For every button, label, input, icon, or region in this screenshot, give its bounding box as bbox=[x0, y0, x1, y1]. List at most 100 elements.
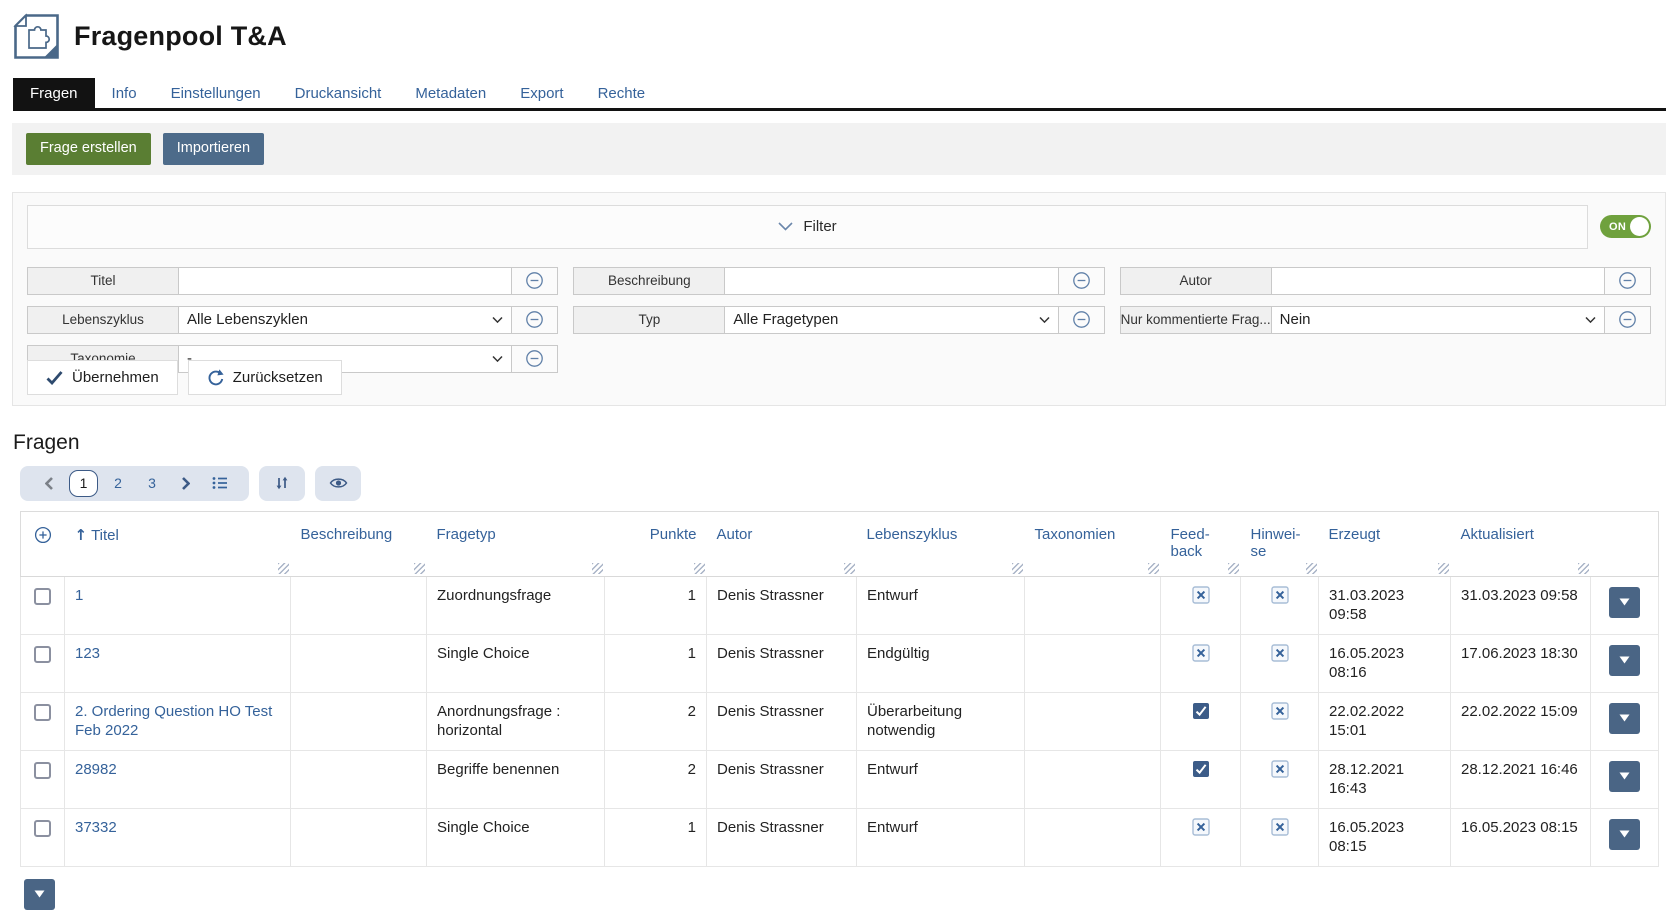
pagination-next-button[interactable] bbox=[169, 466, 203, 501]
row-checkbox[interactable] bbox=[34, 588, 51, 605]
row-checkbox[interactable] bbox=[34, 646, 51, 663]
cell-fragetyp: Single Choice bbox=[427, 634, 605, 692]
cell-feedback bbox=[1161, 692, 1241, 750]
cell-hinweise bbox=[1241, 750, 1319, 808]
column-header-fragetyp[interactable]: Fragetyp bbox=[427, 511, 605, 576]
question-title-link[interactable]: 1 bbox=[75, 587, 83, 604]
column-header-punkte[interactable]: Punkte bbox=[605, 511, 707, 576]
row-actions-dropdown-button[interactable] bbox=[1609, 645, 1640, 676]
cell-taxonomien bbox=[1025, 750, 1161, 808]
cell-punkte: 1 bbox=[605, 634, 707, 692]
cell-beschreibung bbox=[291, 692, 427, 750]
hinweise-no-icon bbox=[1271, 818, 1289, 836]
row-actions-dropdown-button[interactable] bbox=[1609, 819, 1640, 850]
rows-per-page-button[interactable] bbox=[203, 466, 237, 501]
filter-field-nur-kommentierte-frag: Nur kommentierte Frag...Nein bbox=[1120, 306, 1651, 334]
column-header-taxonomien[interactable]: Taxonomien bbox=[1025, 511, 1161, 576]
column-header-titel[interactable]: ↑Titel bbox=[65, 511, 291, 576]
remove-filter-button-beschreibung[interactable] bbox=[1059, 267, 1105, 295]
remove-filter-icon bbox=[1072, 271, 1091, 290]
pagination-page-2[interactable]: 2 bbox=[101, 466, 135, 501]
cell-aktualisiert: 31.03.2023 09:58 bbox=[1451, 576, 1591, 634]
column-resize-handle[interactable] bbox=[1228, 563, 1239, 574]
question-title-link[interactable]: 123 bbox=[75, 645, 100, 662]
bulk-actions-dropdown-button[interactable] bbox=[24, 879, 55, 910]
row-actions-dropdown-button[interactable] bbox=[1609, 703, 1640, 734]
row-checkbox[interactable] bbox=[34, 704, 51, 721]
sort-button[interactable] bbox=[259, 466, 305, 501]
row-actions-dropdown-button[interactable] bbox=[1609, 587, 1640, 618]
question-title-link[interactable]: 37332 bbox=[75, 819, 117, 836]
cell-titel: 123 bbox=[65, 634, 291, 692]
cell-titel: 1 bbox=[65, 576, 291, 634]
filter-input-autor[interactable] bbox=[1272, 268, 1604, 294]
column-resize-handle[interactable] bbox=[1306, 563, 1317, 574]
caret-down-icon bbox=[1619, 714, 1630, 722]
column-header-lebenszyklus[interactable]: Lebenszyklus bbox=[857, 511, 1025, 576]
remove-filter-button-lebenszyklus[interactable] bbox=[512, 306, 558, 334]
cell-beschreibung bbox=[291, 634, 427, 692]
filter-field-autor: Autor bbox=[1120, 267, 1651, 295]
row-actions-dropdown-button[interactable] bbox=[1609, 761, 1640, 792]
column-label-beschreibung: Beschreibung bbox=[301, 526, 393, 543]
filter-select-nur-kommentierte-frag[interactable]: Nein bbox=[1272, 307, 1604, 333]
column-header-feedback[interactable]: Feed­back bbox=[1161, 511, 1241, 576]
tab-rechte[interactable]: Rechte bbox=[581, 78, 663, 108]
remove-filter-icon bbox=[525, 271, 544, 290]
remove-filter-button-typ[interactable] bbox=[1059, 306, 1105, 334]
apply-filter-button[interactable]: Übernehmen bbox=[27, 360, 178, 395]
column-resize-handle[interactable] bbox=[278, 563, 289, 574]
pagination-prev-button[interactable] bbox=[32, 466, 66, 501]
column-resize-handle[interactable] bbox=[414, 563, 425, 574]
filter-select-lebenszyklus[interactable]: Alle Lebenszyklen bbox=[179, 307, 511, 333]
chevron-down-icon bbox=[778, 222, 793, 231]
column-resize-handle[interactable] bbox=[592, 563, 603, 574]
view-toggle-button[interactable] bbox=[315, 466, 361, 501]
tab-druckansicht[interactable]: Druckansicht bbox=[278, 78, 399, 108]
caret-down-icon bbox=[1619, 598, 1630, 606]
column-resize-handle[interactable] bbox=[1012, 563, 1023, 574]
filter-collapse-header[interactable]: Filter bbox=[27, 205, 1588, 249]
tab-fragen[interactable]: Fragen bbox=[13, 78, 95, 108]
table-row: 37332Single Choice1Denis StrassnerEntwur… bbox=[21, 808, 1659, 866]
filter-input-titel[interactable] bbox=[179, 268, 511, 294]
row-checkbox[interactable] bbox=[34, 820, 51, 837]
tab-info[interactable]: Info bbox=[95, 78, 154, 108]
remove-filter-button-autor[interactable] bbox=[1605, 267, 1651, 295]
column-header-beschreibung[interactable]: Beschreibung bbox=[291, 511, 427, 576]
column-header-hinweise[interactable]: Hinwei­se bbox=[1241, 511, 1319, 576]
question-title-link[interactable]: 2. Ordering Question HO Test Feb 2022 bbox=[75, 703, 272, 740]
add-column-button[interactable] bbox=[21, 511, 65, 576]
create-question-button[interactable]: Frage erstellen bbox=[26, 133, 151, 165]
eye-icon bbox=[329, 476, 348, 490]
column-resize-handle[interactable] bbox=[1578, 563, 1589, 574]
remove-filter-button-nur-kommentierte-frag[interactable] bbox=[1605, 306, 1651, 334]
column-resize-handle[interactable] bbox=[694, 563, 705, 574]
reset-filter-button[interactable]: Zurücksetzen bbox=[188, 360, 342, 395]
cell-feedback bbox=[1161, 808, 1241, 866]
question-title-link[interactable]: 28982 bbox=[75, 761, 117, 778]
cell-fragetyp: Single Choice bbox=[427, 808, 605, 866]
filter-input-beschreibung[interactable] bbox=[725, 268, 1057, 294]
filter-toggle[interactable]: ON bbox=[1600, 215, 1651, 238]
pagination-page-3[interactable]: 3 bbox=[135, 466, 169, 501]
remove-filter-button-titel[interactable] bbox=[512, 267, 558, 295]
caret-down-icon bbox=[34, 890, 45, 898]
import-button[interactable]: Importieren bbox=[163, 133, 264, 165]
filter-control-titel bbox=[179, 267, 512, 295]
filter-select-typ[interactable]: Alle Fragetypen bbox=[725, 307, 1057, 333]
column-header-erzeugt[interactable]: Erzeugt bbox=[1319, 511, 1451, 576]
column-header-aktualisiert[interactable]: Aktualisiert bbox=[1451, 511, 1591, 576]
column-resize-handle[interactable] bbox=[1438, 563, 1449, 574]
pagination-page-1[interactable]: 1 bbox=[69, 470, 98, 497]
column-resize-handle[interactable] bbox=[844, 563, 855, 574]
tab-export[interactable]: Export bbox=[503, 78, 580, 108]
tab-metadaten[interactable]: Metadaten bbox=[398, 78, 503, 108]
column-resize-handle[interactable] bbox=[1148, 563, 1159, 574]
app-header: Fragenpool T&A bbox=[0, 0, 1678, 70]
cell-aktualisiert: 22.02.2022 15:09 bbox=[1451, 692, 1591, 750]
tab-einstellungen[interactable]: Einstellungen bbox=[154, 78, 278, 108]
column-header-autor[interactable]: Autor bbox=[707, 511, 857, 576]
row-checkbox[interactable] bbox=[34, 762, 51, 779]
cell-punkte: 1 bbox=[605, 576, 707, 634]
